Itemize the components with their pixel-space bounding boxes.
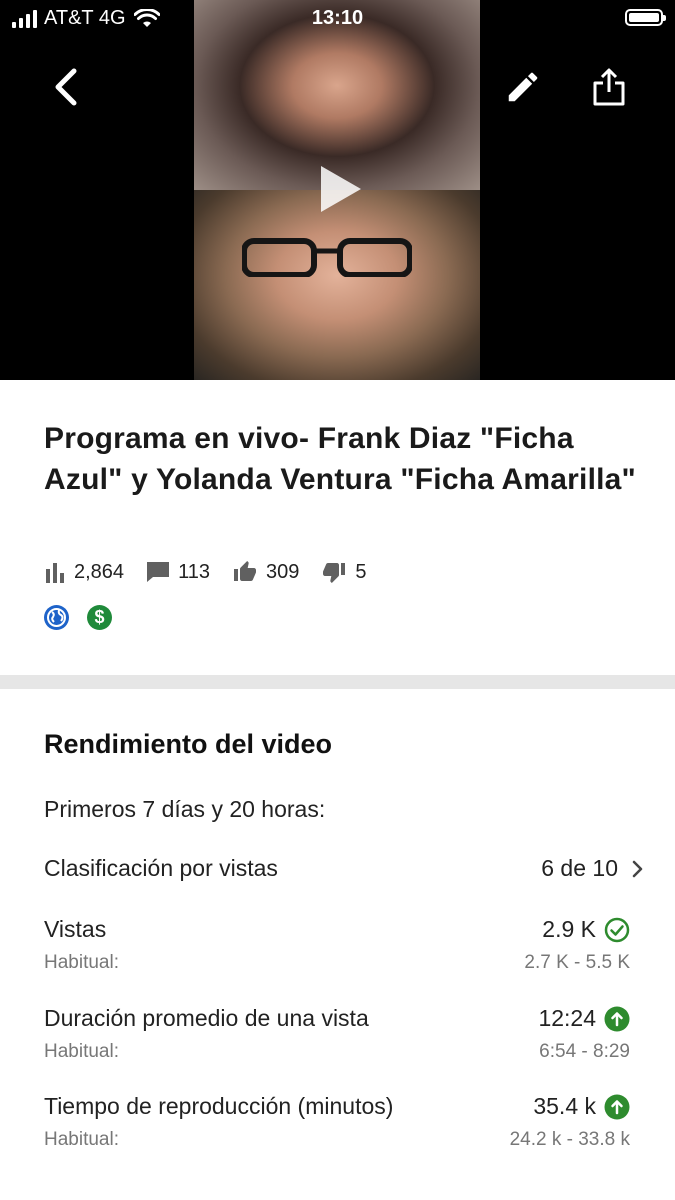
bar-chart-icon [46,563,64,583]
ranking-value: 6 de 10 [541,855,618,881]
metric-label: Vistas [44,916,107,942]
views-stat: 2,864 [44,561,124,584]
metric-value: 35.4 k [533,1093,596,1119]
share-icon [593,68,625,106]
status-bar: AT&T 4G 13:10 [0,0,675,38]
likes-stat: 309 [232,560,299,584]
metric-label: Duración promedio de una vista [44,1005,369,1031]
video-info: Programa en vivo- Frank Diaz "Ficha Azul… [44,418,644,500]
comments-stat: 113 [146,561,210,584]
video-player[interactable]: AT&T 4G 13:10 [0,0,675,380]
views-count: 2,864 [74,560,125,583]
share-button[interactable] [584,62,634,112]
back-arrow-icon [55,68,77,106]
metric-range: 2.7 K - 5.5 K [524,952,630,973]
edit-button[interactable] [498,62,548,112]
metric-label: Tiempo de reproducción (minutos) [44,1093,394,1119]
dollar-icon: $ [87,605,112,630]
ranking-value-wrap: 6 de 10 [541,855,644,882]
metric-sub-label: Habitual: [44,1129,119,1150]
arrow-up-circle-icon [604,1006,630,1031]
metric-range: 24.2 k - 33.8 k [509,1129,630,1150]
glasses-shape [242,238,412,277]
video-title: Programa en vivo- Frank Diaz "Ficha Azul… [44,422,636,496]
check-circle-icon [604,917,630,942]
performance-title: Rendimiento del video [44,729,333,759]
arrow-up-circle-icon [604,1094,630,1119]
video-stats: 2,864 113 309 5 [44,560,388,584]
dislikes-stat: 5 [321,560,366,584]
section-divider [0,675,675,689]
chevron-right-icon [632,860,643,877]
metric-value-wrap: 35.4 k [533,1093,630,1120]
thumbs-down-icon [323,563,346,583]
comments-count: 113 [178,560,210,583]
metric-sub-label: Habitual: [44,952,119,973]
video-badges: $ [44,605,112,630]
thumbs-up-icon [233,561,256,581]
likes-count: 309 [265,560,300,583]
thumbnail-bottom-participant [194,190,480,380]
play-icon[interactable] [319,164,363,214]
metric-value: 2.9 K [542,916,596,942]
ranking-label: Clasificación por vistas [44,855,278,881]
pencil-icon [508,72,538,102]
comment-icon [147,562,170,582]
clock: 13:10 [311,7,364,29]
back-button[interactable] [40,62,90,112]
metric-value: 12:24 [538,1005,596,1031]
metric-value-wrap: 2.9 K [542,916,630,943]
period-label: Primeros 7 días y 20 horas: [44,796,326,822]
globe-icon [44,605,69,630]
metric-sub-label: Habitual: [44,1041,119,1062]
metric-value-wrap: 12:24 [538,1005,630,1032]
metric-range: 6:54 - 8:29 [539,1041,630,1062]
battery-icon [625,9,666,26]
dislikes-count: 5 [355,560,367,583]
